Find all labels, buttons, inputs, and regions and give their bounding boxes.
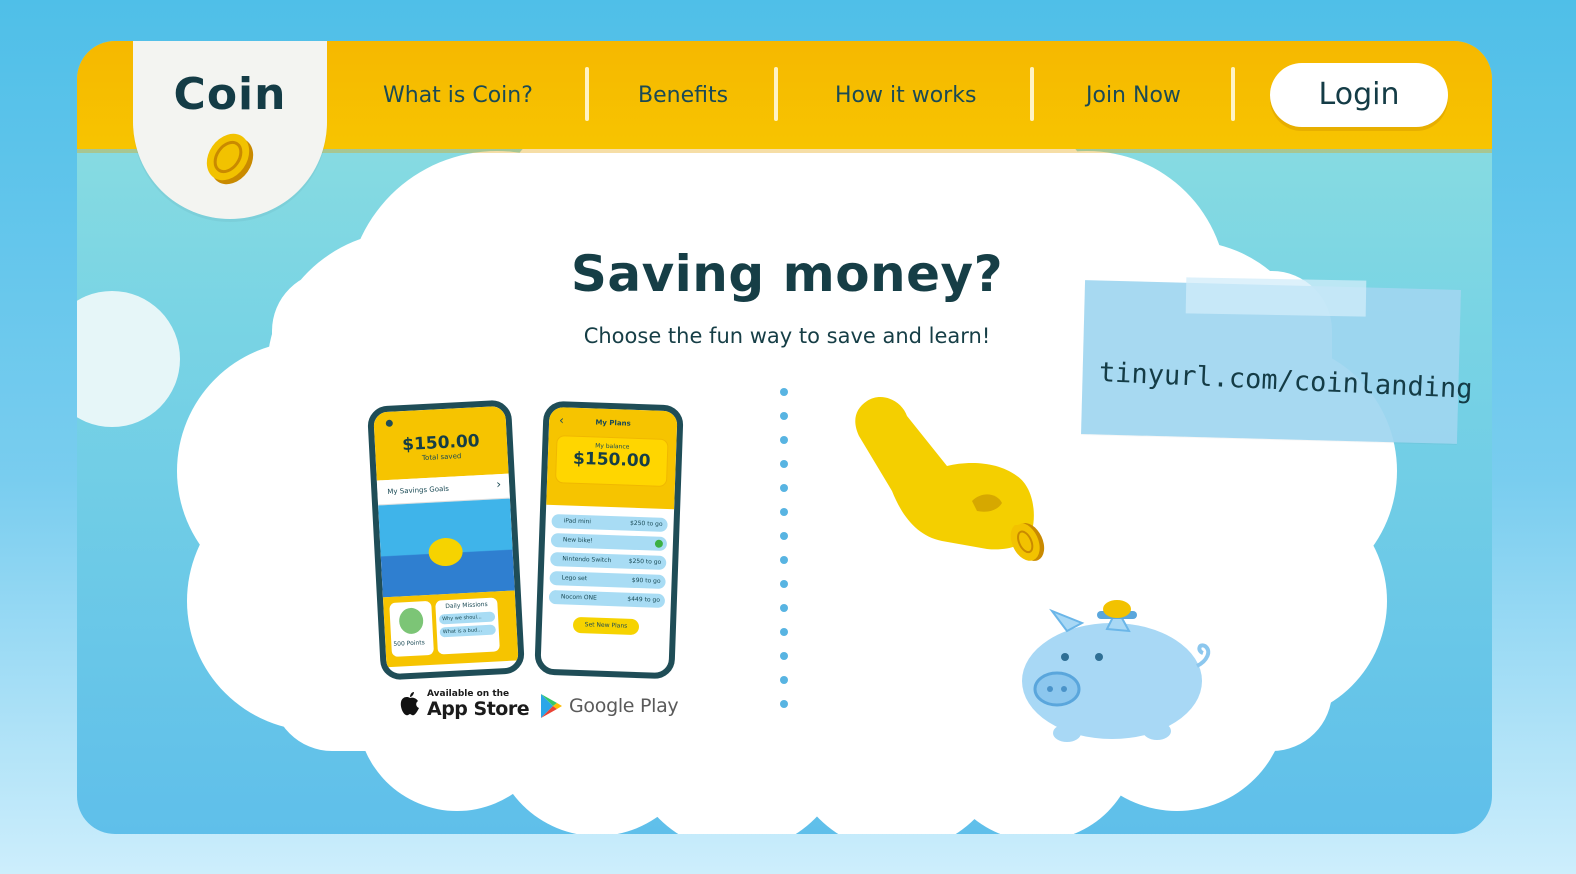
phone2-balance: $150.00	[572, 448, 651, 472]
avatar-icon	[398, 607, 424, 635]
hero-title: Saving money?	[570, 245, 1004, 303]
google-play-badge[interactable]: Google Play	[539, 693, 679, 719]
google-play-icon	[541, 694, 562, 718]
mission-item[interactable]: What is a bud...	[439, 624, 497, 638]
nav-divider	[774, 67, 778, 121]
phone1-goals-label: My Savings Goals	[387, 484, 450, 496]
nav-join-now[interactable]: Join Now	[1086, 83, 1181, 108]
phone2-title: My Plans	[595, 418, 631, 428]
piggy-bank-icon	[1022, 600, 1211, 742]
plan-row[interactable]: iPad mini $250 to go	[551, 513, 668, 533]
hand-with-coin-illustration	[855, 396, 1045, 561]
plan-name: Lego set	[561, 574, 588, 583]
plan-note: $250 to go	[629, 519, 663, 528]
nav-benefits[interactable]: Benefits	[638, 83, 728, 108]
plan-note: $250 to go	[628, 557, 662, 566]
coin-icon	[206, 133, 254, 185]
phone1-header: $150.00 Total saved	[373, 405, 509, 481]
nav-divider	[1030, 67, 1034, 121]
app-store-badge[interactable]: Available on the App Store	[399, 689, 530, 720]
mascot-icon	[427, 537, 464, 567]
phone1-missions-area: 500 Points Daily Missions Why we shoul..…	[382, 590, 519, 668]
tape-strip	[1185, 277, 1367, 317]
nav-what-is-coin[interactable]: What is Coin?	[383, 83, 533, 108]
plan-row[interactable]: New bike!	[550, 532, 668, 552]
brand-logo-text: Coin	[173, 69, 287, 120]
points-label: 500 Points	[393, 639, 425, 648]
chevron-right-icon: ›	[495, 477, 502, 492]
plan-name: iPad mini	[563, 517, 592, 526]
side-bubble	[77, 291, 180, 427]
check-icon	[654, 539, 664, 548]
apple-icon	[400, 692, 419, 716]
back-chevron-icon: ‹	[558, 413, 565, 428]
login-button[interactable]: Login	[1270, 63, 1448, 127]
plans-list: iPad mini $250 to go New bike! Nintendo S…	[542, 505, 674, 636]
phone2-balance-card: My balance $150.00	[554, 435, 669, 487]
dotted-divider	[778, 388, 790, 728]
landing-card: Coin What is Coin? Benefits How it works…	[77, 41, 1492, 834]
plan-name: Nintendo Switch	[562, 555, 612, 565]
nav-divider	[1231, 67, 1235, 121]
missions-title: Daily Missions	[445, 600, 488, 611]
mission-item[interactable]: Why we shoul...	[438, 611, 496, 625]
phone2-header: ‹ My Plans My balance $150.00	[546, 406, 678, 510]
hero-subtitle: Choose the fun way to save and learn!	[583, 324, 991, 348]
page: { "brand": {"name": "Coin"}, "nav": { "i…	[0, 0, 1576, 874]
phone-mockup-home: $150.00 Total saved My Savings Goals › 5…	[366, 399, 526, 681]
plan-name: Nocom ONE	[560, 593, 597, 602]
phone-mockup-plans: ‹ My Plans My balance $150.00 iPad mini $…	[534, 400, 684, 680]
plan-row[interactable]: Lego set $90 to go	[549, 570, 666, 589]
plan-note: $90 to go	[631, 576, 661, 585]
nav-divider	[585, 67, 589, 121]
plan-row[interactable]: Nocom ONE $449 to go	[548, 589, 666, 608]
daily-missions-card: Daily Missions Why we shoul... What is a…	[435, 597, 500, 655]
plan-note: $449 to go	[627, 595, 661, 604]
plan-name: New bike!	[562, 536, 593, 545]
app-store-text: App Store	[427, 698, 530, 720]
phone1-balance: $150.00	[401, 431, 481, 456]
set-new-plans-button[interactable]: Set New Plans	[572, 616, 640, 636]
nav-how-it-works[interactable]: How it works	[835, 83, 976, 108]
plan-row[interactable]: Nintendo Switch $250 to go	[550, 551, 667, 571]
google-play-text: Google Play	[569, 695, 679, 717]
phone1-scene	[378, 498, 515, 598]
points-card: 500 Points	[389, 600, 434, 657]
